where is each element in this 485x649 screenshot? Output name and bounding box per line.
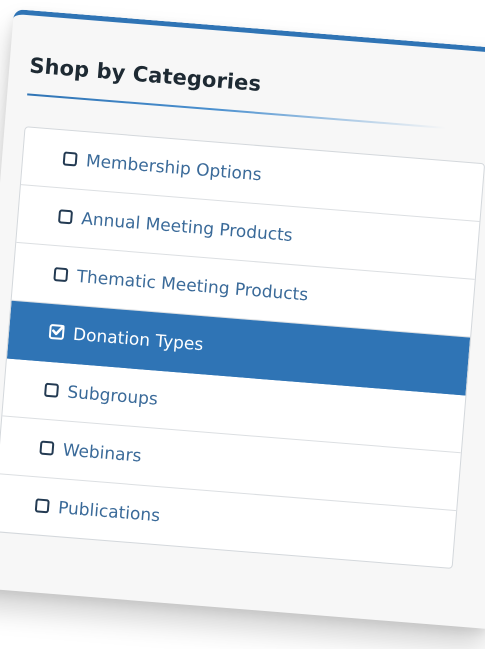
category-label: Membership Options	[85, 150, 263, 185]
category-label: Thematic Meeting Products	[75, 266, 309, 305]
checkbox-checked-icon	[48, 323, 65, 341]
category-label: Subgroups	[66, 382, 159, 410]
checkbox-unchecked-icon	[53, 266, 69, 282]
title-underline	[27, 93, 446, 130]
category-label: Annual Meeting Products	[80, 208, 294, 246]
category-label: Donation Types	[72, 324, 205, 355]
category-list: Membership Options Annual Meeting Produc…	[0, 126, 485, 569]
category-label: Publications	[57, 497, 161, 526]
screenshot-stage: Shop by Categories Membership Options An…	[0, 0, 485, 649]
category-label: Webinars	[62, 439, 143, 467]
panel-title: Shop by Categories	[28, 53, 263, 97]
shop-by-categories-panel: Shop by Categories Membership Options An…	[0, 9, 485, 629]
checkbox-unchecked-icon	[58, 208, 74, 224]
checkbox-unchecked-icon	[44, 382, 60, 398]
checkbox-unchecked-icon	[39, 440, 55, 456]
checkmark-icon	[52, 325, 65, 336]
checkbox-unchecked-icon	[34, 497, 50, 513]
checkbox-unchecked-icon	[62, 150, 78, 167]
